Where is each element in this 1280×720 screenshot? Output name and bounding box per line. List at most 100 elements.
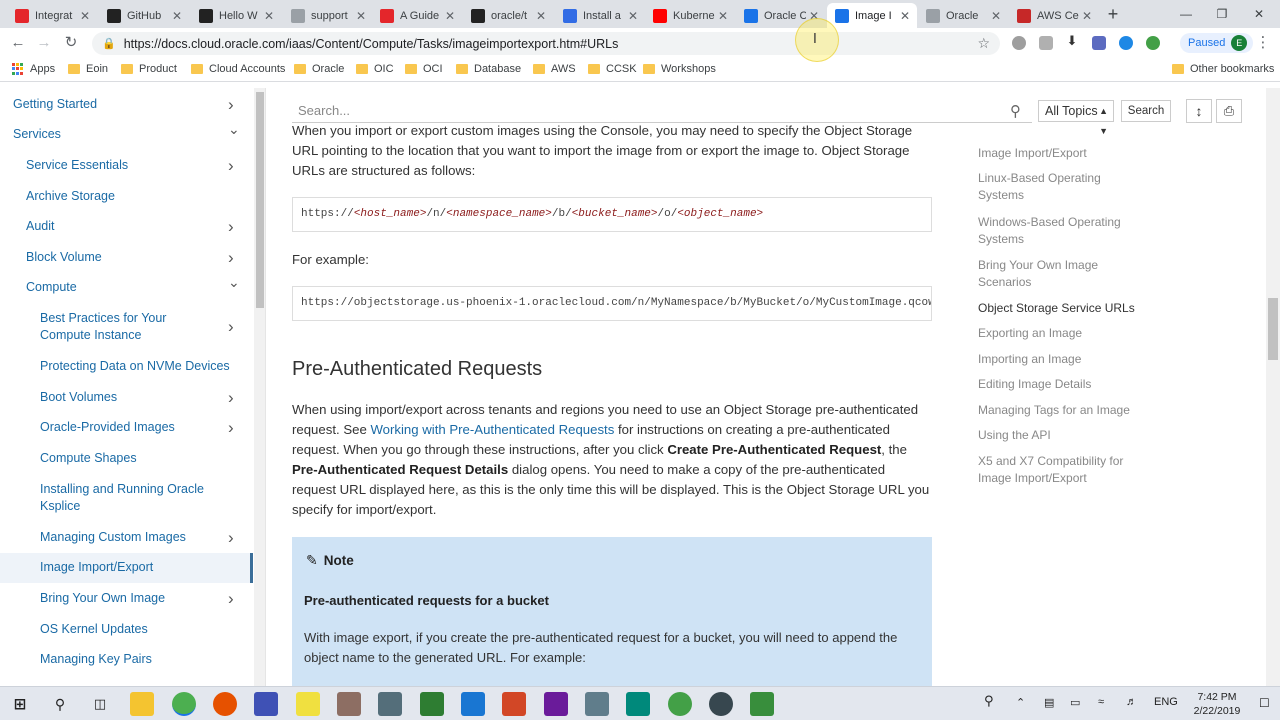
task-view-icon[interactable]: ◫ xyxy=(88,692,112,716)
bookmark-folder[interactable]: CCSK xyxy=(588,63,637,75)
page-scrollbar-thumb[interactable] xyxy=(1268,298,1278,360)
toc-link[interactable]: Object Storage Service URLs xyxy=(978,300,1138,317)
tray-chevron-icon[interactable]: ⌃ xyxy=(1016,696,1025,709)
extension-zoom-icon[interactable] xyxy=(1119,36,1133,50)
maximize-button[interactable]: ❐ xyxy=(1207,4,1237,24)
browser-tab[interactable]: AWS Ce ✕ xyxy=(1009,3,1099,28)
sticky-notes-icon[interactable] xyxy=(296,692,320,716)
chevron-right-icon[interactable]: › xyxy=(228,590,234,607)
forward-button[interactable]: → xyxy=(34,33,54,53)
close-tab-icon[interactable]: ✕ xyxy=(353,9,369,23)
extension-globe-icon[interactable] xyxy=(1146,36,1160,50)
browser-tab[interactable]: Oracle ✕ xyxy=(918,3,1008,28)
bookmark-folder[interactable]: Eoin xyxy=(68,63,108,75)
browser-tab[interactable]: Integrat ✕ xyxy=(7,3,97,28)
bookmark-apps[interactable]: Apps xyxy=(12,63,55,75)
sidebar-item[interactable]: Image Import/Export xyxy=(40,559,240,576)
sidebar-item[interactable]: Bring Your Own Image xyxy=(40,590,240,607)
bookmark-folder[interactable]: AWS xyxy=(533,63,576,75)
app-icon[interactable] xyxy=(626,692,650,716)
bookmark-folder[interactable]: OCI xyxy=(405,63,443,75)
windows-start-icon[interactable]: ⊞ xyxy=(8,692,32,716)
close-tab-icon[interactable]: ✕ xyxy=(169,9,185,23)
chevron-right-icon[interactable]: › xyxy=(228,249,234,266)
sidebar-item[interactable]: Getting Started xyxy=(13,96,213,113)
sidebar-item[interactable]: Managing Key Pairs xyxy=(40,651,240,668)
app-icon[interactable] xyxy=(378,692,402,716)
close-window-button[interactable]: ✕ xyxy=(1244,4,1274,24)
browser-tab[interactable]: Image I ✕ xyxy=(827,3,917,28)
volume-icon[interactable]: ♬ xyxy=(1126,696,1137,708)
sidebar-item[interactable]: Compute xyxy=(26,279,226,296)
extension-shield-icon[interactable] xyxy=(1039,36,1053,50)
app-icon[interactable] xyxy=(420,692,444,716)
toc-link[interactable]: Using the API xyxy=(978,427,1138,444)
toc-link[interactable]: Windows-Based Operating Systems xyxy=(978,214,1138,248)
back-button[interactable]: ← xyxy=(8,33,28,53)
sidebar-item[interactable]: Audit xyxy=(26,218,226,235)
browser-tab[interactable]: A Guide ✕ xyxy=(372,3,462,28)
chevron-down-icon[interactable]: ⌄ xyxy=(228,274,240,291)
app-icon[interactable] xyxy=(709,692,733,716)
browser-tab[interactable]: Kuberne ✕ xyxy=(645,3,735,28)
toc-link[interactable]: Editing Image Details xyxy=(978,376,1138,393)
app-icon[interactable] xyxy=(750,692,774,716)
sidebar-item[interactable]: OS Kernel Updates xyxy=(40,621,240,638)
print-icon[interactable]: ⎙ xyxy=(1216,99,1242,123)
toc-link[interactable]: Image Import/Export xyxy=(978,145,1138,162)
bookmark-folder[interactable]: Workshops xyxy=(643,63,716,75)
close-tab-icon[interactable]: ✕ xyxy=(261,9,277,23)
browser-tab[interactable]: GitHub ✕ xyxy=(99,3,189,28)
app-icon[interactable] xyxy=(544,692,568,716)
sidebar-item[interactable]: Compute Shapes xyxy=(40,450,240,467)
chevron-right-icon[interactable]: › xyxy=(228,218,234,235)
app-icon[interactable] xyxy=(461,692,485,716)
close-tab-icon[interactable]: ✕ xyxy=(77,9,93,23)
minimize-button[interactable]: — xyxy=(1171,4,1201,24)
toc-link[interactable]: Bring Your Own Image Scenarios xyxy=(978,257,1138,291)
chevron-right-icon[interactable]: › xyxy=(228,318,234,335)
profile-paused-button[interactable]: Paused E xyxy=(1180,33,1254,53)
search-button[interactable]: Search xyxy=(1121,100,1171,122)
topic-select[interactable]: All Topics ▲ ▼ xyxy=(1038,100,1114,136)
battery-icon[interactable]: ▭ xyxy=(1070,696,1080,709)
chevron-right-icon[interactable]: › xyxy=(228,389,234,406)
toc-link[interactable]: Exporting an Image xyxy=(978,325,1138,342)
search-icon[interactable]: ⚲ xyxy=(48,692,72,716)
app-icon[interactable] xyxy=(254,692,278,716)
bookmark-folder[interactable]: OIC xyxy=(356,63,394,75)
sidebar-item[interactable]: Best Practices for Your Compute Instance xyxy=(40,310,215,344)
close-tab-icon[interactable]: ✕ xyxy=(533,9,549,23)
chevron-right-icon[interactable]: › xyxy=(228,157,234,174)
reload-button[interactable]: ↻ xyxy=(61,33,81,53)
new-tab-button[interactable]: + xyxy=(1103,4,1123,24)
sidebar-item[interactable]: Installing and Running Oracle Ksplice xyxy=(40,481,215,515)
sidebar-item[interactable]: Protecting Data on NVMe Devices xyxy=(40,358,240,375)
app-icon[interactable] xyxy=(585,692,609,716)
sidebar-item[interactable]: Boot Volumes xyxy=(40,389,240,406)
browser-tab[interactable]: support ✕ xyxy=(283,3,373,28)
close-tab-icon[interactable]: ✕ xyxy=(897,9,913,23)
page-scrollbar[interactable] xyxy=(1266,88,1280,686)
app-icon[interactable] xyxy=(213,692,237,716)
toc-link[interactable]: Managing Tags for an Image xyxy=(978,402,1138,419)
sidebar-item[interactable]: Oracle-Provided Images xyxy=(40,419,240,436)
browser-tab[interactable]: Install a ✕ xyxy=(555,3,645,28)
sidebar-scrollbar-thumb[interactable] xyxy=(256,92,264,308)
chevron-right-icon[interactable]: › xyxy=(228,529,234,546)
expand-collapse-icon[interactable]: ↕ xyxy=(1186,99,1212,123)
close-tab-icon[interactable]: ✕ xyxy=(625,9,641,23)
bookmark-star-icon[interactable]: ☆ xyxy=(977,35,990,52)
bookmark-folder[interactable]: Oracle xyxy=(294,63,344,75)
download-icon[interactable]: ⬇ xyxy=(1065,33,1079,48)
search-input[interactable]: Search... xyxy=(292,99,1032,123)
chevron-right-icon[interactable]: › xyxy=(228,419,234,436)
close-tab-icon[interactable]: ✕ xyxy=(988,9,1004,23)
sidebar-item[interactable]: Service Essentials xyxy=(26,157,226,174)
toc-link[interactable]: Importing an Image xyxy=(978,351,1138,368)
sidebar-item[interactable]: Services xyxy=(13,126,213,143)
network-icon[interactable]: ▤ xyxy=(1044,696,1054,709)
browser-menu-icon[interactable]: ⋮ xyxy=(1255,33,1271,53)
extension-puzzle-icon[interactable] xyxy=(1092,36,1106,50)
bookmark-folder[interactable]: Database xyxy=(456,63,521,75)
